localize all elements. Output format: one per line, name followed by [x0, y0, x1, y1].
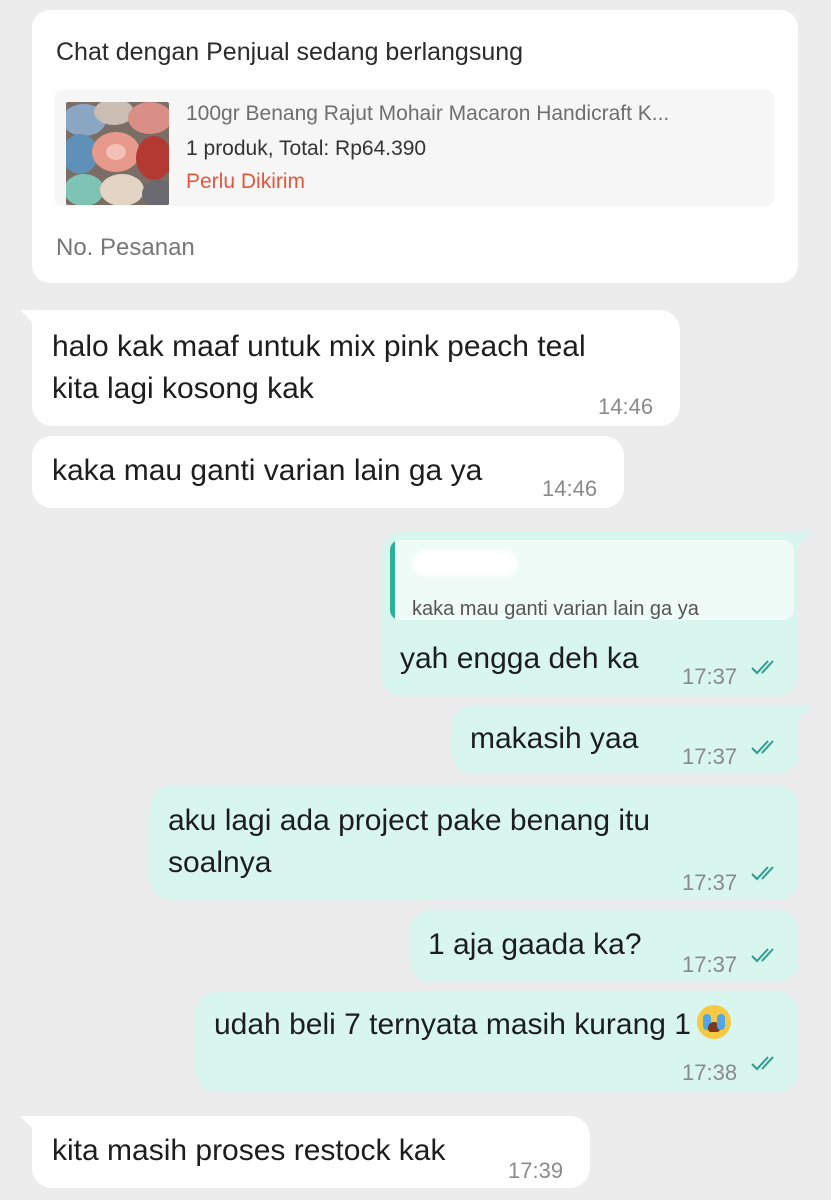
product-name: 100gr Benang Rajut Mohair Macaron Handic…: [186, 102, 670, 125]
order-card-title: Chat dengan Penjual sedang berlangsung: [56, 38, 524, 66]
quoted-message[interactable]: kaka mau ganti varian lain ga ya: [390, 540, 794, 620]
bubble-tail: [798, 706, 812, 720]
message-text: kita masih proses restock kak: [52, 1134, 446, 1167]
message-time: 14:46: [542, 476, 598, 501]
message-text: kaka mau ganti varian lain ga ya: [52, 454, 483, 487]
message-time: 14:46: [598, 394, 654, 419]
order-number-label: No. Pesanan: [56, 234, 195, 261]
message-time: 17:38: [682, 1060, 738, 1085]
bubble-tail: [798, 532, 812, 546]
message-bubble-outgoing[interactable]: makasih yaa 17:37: [452, 706, 798, 774]
read-receipt-icon: [751, 660, 774, 675]
read-receipt-icon: [751, 866, 774, 881]
message-time: 17:37: [682, 664, 738, 689]
message-body: udah beli 7 ternyata masih kurang 1: [214, 1004, 731, 1046]
quoted-sender-redacted: [412, 550, 518, 576]
crying-face-emoji-icon: [696, 1005, 731, 1039]
message-bubble-incoming[interactable]: kaka mau ganti varian lain ga ya 14:46: [32, 436, 624, 508]
message-bubble-outgoing[interactable]: udah beli 7 ternyata masih kurang 1 17:3…: [196, 992, 798, 1092]
message-time: 17:39: [508, 1158, 564, 1183]
message-time: 17:37: [682, 870, 738, 895]
read-receipt-icon: [751, 1056, 774, 1071]
message-bubble-outgoing[interactable]: aku lagi ada project pake benang itu soa…: [150, 786, 798, 900]
message-bubble-incoming[interactable]: kita masih proses restock kak 17:39: [32, 1116, 590, 1188]
message-time: 17:37: [682, 744, 738, 769]
order-card[interactable]: Chat dengan Penjual sedang berlangsung 1…: [32, 10, 798, 283]
message-text: makasih yaa: [470, 722, 639, 755]
message-bubble-incoming[interactable]: halo kak maaf untuk mix pink peach teal …: [32, 310, 680, 426]
message-time: 17:37: [682, 952, 738, 977]
message-bubble-outgoing[interactable]: 1 aja gaada ka? 17:37: [410, 910, 798, 982]
product-summary[interactable]: 100gr Benang Rajut Mohair Macaron Handic…: [54, 90, 774, 206]
message-text: halo kak maaf untuk mix pink peach teal …: [52, 330, 586, 405]
product-total: 1 produk, Total: Rp64.390: [186, 137, 427, 160]
quoted-text: kaka mau ganti varian lain ga ya: [412, 598, 699, 620]
quote-accent-bar: [390, 540, 395, 620]
message-text: yah engga deh ka: [400, 642, 639, 675]
message-text: aku lagi ada project pake benang itu soa…: [168, 804, 651, 879]
message-bubble-outgoing[interactable]: kaka mau ganti varian lain ga ya yah eng…: [382, 532, 798, 696]
message-text: 1 aja gaada ka?: [428, 928, 642, 961]
chat-screen: Chat dengan Penjual sedang berlangsung 1…: [0, 0, 831, 1200]
product-thumbnail[interactable]: [66, 102, 169, 205]
read-receipt-icon: [751, 948, 774, 963]
message-text: udah beli 7 ternyata masih kurang 1: [214, 1008, 691, 1041]
order-status: Perlu Dikirim: [186, 170, 306, 193]
read-receipt-icon: [751, 740, 774, 755]
